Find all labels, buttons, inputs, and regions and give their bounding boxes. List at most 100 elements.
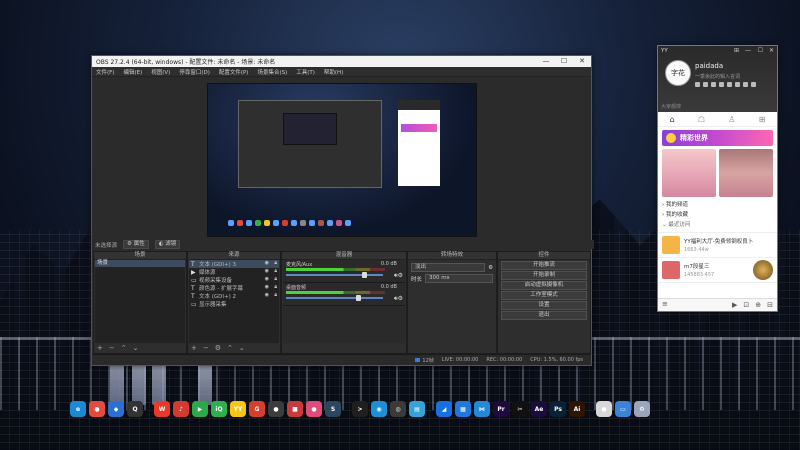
source-item[interactable]: T 文本 (GDI+) 3 ◉ 🔒︎ [189,260,279,268]
properties-button[interactable]: ⚙ 属性 [123,240,149,249]
volume-slider-knob[interactable] [361,272,367,278]
toolbox-icon[interactable]: ⊟ [767,301,773,309]
terminal-icon[interactable]: > [352,401,368,417]
my-channels-item[interactable]: › 我的频道 [662,200,773,210]
lock-icon[interactable]: 🔒︎ [274,284,277,290]
nickname[interactable]: paidada [695,62,723,70]
yy-close-button[interactable]: ✕ [769,47,774,54]
iqiyi-icon[interactable]: iQ [211,401,227,417]
netease-music-icon[interactable]: ♪ [173,401,189,417]
menu-scene-collection[interactable]: 场景集合(S) [257,68,287,76]
gear-icon[interactable]: ⚙ [488,265,493,271]
obs-icon[interactable]: ◎ [390,401,406,417]
remove-scene-button[interactable]: − [109,344,115,352]
app-blue-icon[interactable]: ◆ [108,401,124,417]
speaker-icon[interactable]: 🔊︎⚙ [394,272,403,280]
lock-icon[interactable]: 🔒︎ [274,276,277,282]
yy-skin-button[interactable]: ⊞ [734,47,739,54]
app-cyan-icon[interactable]: ◉ [371,401,387,417]
add-scene-button[interactable]: + [97,344,103,352]
signature[interactable]: 一季余此的辑入言词 [695,73,740,80]
lock-icon[interactable]: 🔒︎ [274,268,277,274]
video-icon[interactable]: ▶ [732,301,737,309]
app-dark-icon[interactable]: ● [268,401,284,417]
steam-icon[interactable]: S [325,401,341,417]
source-properties-button[interactable]: ⚙ [215,344,221,352]
exit-button[interactable]: 退出 [501,311,587,320]
live-thumbnail[interactable] [662,149,716,197]
gallery-icon[interactable]: ▤ [409,401,425,417]
remove-source-button[interactable]: − [203,344,209,352]
app-white-icon[interactable]: ● [596,401,612,417]
menu-docks[interactable]: 停靠窗口(D) [179,68,210,76]
volume-slider[interactable] [286,272,383,278]
source-item[interactable]: ▶ 媒体源 ◉ 🔒︎ [189,268,279,276]
vscode-icon[interactable]: ⋈ [474,401,490,417]
duration-input[interactable]: 300 ms [425,274,493,283]
channel-card[interactable]: YY福利大厅-免费领钢权良卜 1663.44w [658,233,777,258]
search-icon[interactable]: ⊕ [755,301,761,309]
visibility-icon[interactable]: ◉ [265,268,269,274]
search-hint[interactable]: 大家都搜 [661,103,681,110]
home-tab-icon[interactable]: ⌂ [670,115,675,124]
preview-canvas[interactable] [207,83,477,237]
recent-visits-item[interactable]: ⌄ 最近访问 [662,220,773,230]
app-red-icon[interactable]: G [249,401,265,417]
menu-help[interactable]: 帮助(H) [324,68,343,76]
add-source-button[interactable]: + [191,344,197,352]
volume-slider[interactable] [286,295,383,301]
yy-icon[interactable]: YY [230,401,246,417]
qq-icon[interactable]: Q [127,401,143,417]
visibility-icon[interactable]: ◉ [265,260,269,266]
settings-button[interactable]: 设置 [501,301,587,310]
close-button[interactable]: ✕ [573,56,591,67]
studio-mode-button[interactable]: 工作室模式 [501,291,587,300]
menu-view[interactable]: 视图(V) [151,68,170,76]
photoshop-icon[interactable]: Ps [550,401,566,417]
start-virtual-camera-button[interactable]: 启动虚拟摄像机 [501,281,587,290]
visibility-icon[interactable]: ◉ [265,284,269,290]
feishu-icon[interactable]: ◢ [436,401,452,417]
edge-icon[interactable]: e [70,401,86,417]
source-item[interactable]: T 文本 (GDI+) 2 ◉ 🔒︎ [189,292,279,300]
avatar[interactable]: 字花 [665,60,691,86]
obs-titlebar[interactable]: OBS 27.2.4 (64-bit, windows) - 配置文件: 未命名… [92,56,591,67]
lock-icon[interactable]: 🔒︎ [274,260,277,266]
explorer-icon[interactable]: ▭ [615,401,631,417]
menu-edit[interactable]: 编辑(E) [123,68,142,76]
move-down-button[interactable]: ⌄ [133,344,139,352]
menu-icon[interactable]: ≡ [662,300,668,308]
contacts-tab-icon[interactable]: ♙ [728,115,735,124]
yy-minimize-button[interactable]: — [745,47,751,54]
move-down-button[interactable]: ⌄ [239,344,245,352]
source-item[interactable]: ▭ 视频采集设备 ◉ 🔒︎ [189,276,279,284]
message-icon[interactable]: ⊡ [743,301,749,309]
filters-button[interactable]: ◐ 滤镜 [154,240,181,249]
source-item[interactable]: T 颜色源 - 扩展字幕 ◉ 🔒︎ [189,284,279,292]
scene-item[interactable]: 场景 [95,260,185,267]
menu-tools[interactable]: 工具(T) [296,68,315,76]
move-up-button[interactable]: ⌃ [121,344,127,352]
my-favorites-item[interactable]: › 我的收藏 [662,210,773,220]
weibo-icon[interactable]: W [154,401,170,417]
maximize-button[interactable]: ☐ [555,56,573,67]
source-item[interactable]: ▭ 显示器采集 [189,300,279,309]
recycle-bin-icon[interactable]: ♻ [634,401,650,417]
app-red2-icon[interactable]: ■ [287,401,303,417]
speaker-icon[interactable]: 🔊︎⚙ [394,295,403,303]
start-streaming-button[interactable]: 开始推流 [501,261,587,270]
minimize-button[interactable]: — [537,56,555,67]
promo-banner[interactable]: 精彩世界 [662,130,773,146]
player-icon[interactable]: ▶ [192,401,208,417]
app-pink-icon[interactable]: ● [306,401,322,417]
menu-file[interactable]: 文件(F) [96,68,114,76]
after-effects-icon[interactable]: Ae [531,401,547,417]
move-up-button[interactable]: ⌃ [227,344,233,352]
channel-card[interactable]: m7段星三 145883·457 [658,258,777,283]
lock-icon[interactable]: 🔒︎ [274,292,277,298]
channel-tab-icon[interactable]: ☖ [698,115,705,124]
visibility-icon[interactable]: ◉ [265,292,269,298]
chrome-icon[interactable]: ● [89,401,105,417]
premiere-icon[interactable]: Pr [493,401,509,417]
apps-tab-icon[interactable]: ⊞ [759,115,766,124]
